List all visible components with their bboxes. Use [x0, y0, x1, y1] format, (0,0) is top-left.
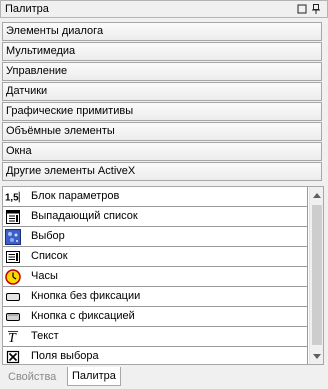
panel-title: Палитра — [5, 3, 49, 15]
tab-palette[interactable]: Палитра — [67, 367, 121, 386]
text-icon: T — [5, 329, 21, 345]
tab-properties[interactable]: Свойства — [4, 369, 60, 386]
list-item-label: Кнопка с фиксацией — [31, 310, 135, 322]
clock-icon — [5, 269, 21, 285]
panel-tabs: Свойства Палитра — [0, 367, 328, 389]
category-sensors[interactable]: Датчики — [2, 82, 322, 101]
list-item-label: Список — [31, 250, 68, 262]
list-item-text[interactable]: T Текст — [3, 327, 308, 347]
list-item-dropdown-list[interactable]: Выпадающий список — [3, 207, 308, 227]
panel-titlebar: Палитра — [0, 0, 328, 18]
category-windows[interactable]: Окна — [2, 142, 322, 161]
scroll-up-arrow-icon[interactable] — [310, 187, 323, 203]
window-menu-icon[interactable] — [296, 3, 308, 15]
svg-text:1,5: 1,5 — [5, 193, 19, 204]
vertical-scrollbar[interactable] — [309, 187, 323, 364]
category-graphic-primitives[interactable]: Графические примитивы — [2, 102, 322, 121]
checkbox-field-icon — [5, 349, 21, 364]
list-item-label: Поля выбора — [31, 350, 99, 362]
svg-text:T: T — [8, 331, 17, 345]
scroll-down-arrow-icon[interactable] — [310, 348, 323, 364]
list-item-push-button[interactable]: Кнопка без фиксации — [3, 287, 308, 307]
category-controls[interactable]: Управление — [2, 62, 322, 81]
dropdown-list-icon — [5, 209, 21, 225]
list-item-label: Кнопка без фиксации — [31, 290, 141, 302]
parameter-block-icon: 1,5 — [5, 189, 21, 205]
category-multimedia[interactable]: Мультимедиа — [2, 42, 322, 61]
pin-icon[interactable] — [310, 3, 322, 15]
list-item-label: Выбор — [31, 230, 65, 242]
scroll-thumb[interactable] — [312, 205, 322, 345]
list-item-label: Блок параметров — [31, 190, 120, 202]
category-3d-elements[interactable]: Объёмные элементы — [2, 122, 322, 141]
element-list: 1,5 Блок параметров Выпадающий список Вы… — [2, 186, 324, 365]
list-item-label: Выпадающий список — [31, 210, 138, 222]
list-item-clock[interactable]: Часы — [3, 267, 308, 287]
list-item-label: Текст — [31, 330, 59, 342]
category-dialog-elements[interactable]: Элементы диалога — [2, 22, 322, 41]
toggle-button-icon — [5, 309, 21, 325]
palette-panel: Палитра Элементы диалога Мультимедиа Упр… — [0, 0, 328, 389]
list-item-choice[interactable]: Выбор — [3, 227, 308, 247]
list-item-toggle-button[interactable]: Кнопка с фиксацией — [3, 307, 308, 327]
list-item-parameter-block[interactable]: 1,5 Блок параметров — [3, 187, 308, 207]
choice-icon — [5, 229, 21, 245]
list-item-label: Часы — [31, 270, 58, 282]
category-list: Элементы диалога Мультимедиа Управление … — [0, 22, 328, 182]
list-item-checkbox-fields[interactable]: Поля выбора — [3, 347, 308, 364]
list-item-list[interactable]: Список — [3, 247, 308, 267]
push-button-icon — [5, 289, 21, 305]
category-other-activex[interactable]: Другие элементы ActiveX — [2, 162, 322, 181]
list-icon — [5, 249, 21, 265]
